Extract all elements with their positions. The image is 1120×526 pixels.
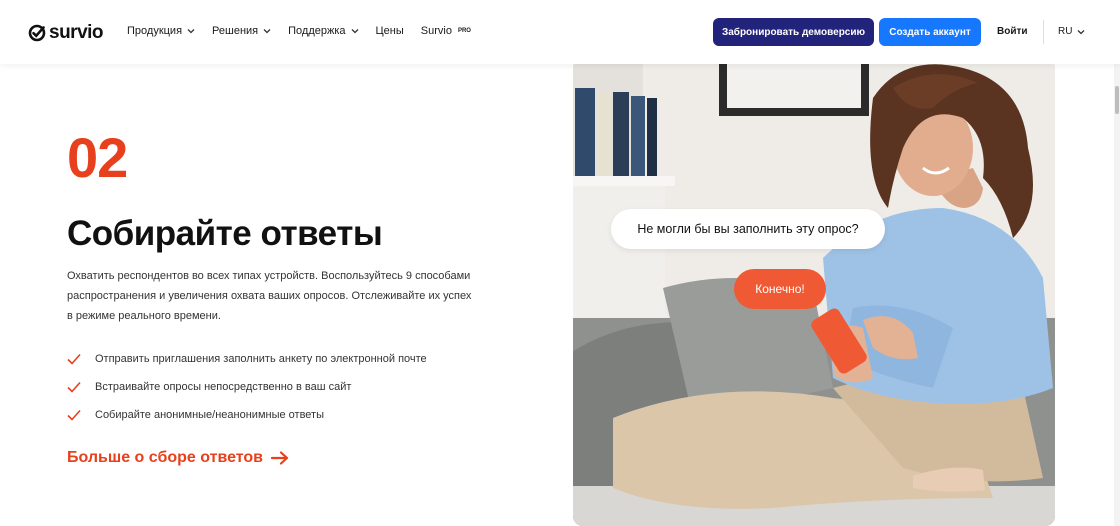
nav-item-prices[interactable]: Цены: [376, 25, 404, 37]
logo-check-icon: [28, 24, 46, 42]
nav-item-support[interactable]: Поддержка: [288, 25, 358, 37]
language-label: RU: [1058, 26, 1073, 37]
step-number: 02: [67, 126, 128, 189]
feature-item: Встраивайте опросы непосредственно в ваш…: [67, 373, 427, 401]
nav-item-label: Цены: [375, 25, 404, 37]
scrollbar-thumb[interactable]: [1115, 86, 1119, 114]
main-nav: Продукция Решения Поддержка Цены Survio P…: [127, 25, 488, 37]
section-description: Охватить респондентов во всех типах устр…: [67, 270, 472, 322]
nav-item-survio-pro[interactable]: Survio PRO: [421, 25, 471, 37]
nav-item-label: Решения: [212, 25, 259, 37]
top-navigation: survio Продукция Решения Поддержка Цены …: [0, 0, 1120, 64]
pro-badge: PRO: [457, 28, 471, 34]
answer-chat-bubble: Конечно!: [734, 269, 826, 309]
book-demo-button[interactable]: Забронировать демоверсию: [713, 18, 874, 46]
chevron-down-icon: [263, 29, 271, 34]
chevron-down-icon: [187, 29, 195, 34]
feature-list: Отправить приглашения заполнить анкету п…: [67, 345, 427, 429]
survio-logo[interactable]: survio: [28, 22, 104, 44]
section-title: Собирайте ответы: [67, 214, 383, 253]
more-about-responses-link[interactable]: Больше о сборе ответов: [67, 449, 289, 467]
more-link-label: Больше о сборе ответов: [67, 449, 263, 466]
feature-text: Встраивайте опросы непосредственно в ваш…: [95, 381, 352, 393]
nav-item-label: Продукция: [127, 25, 183, 37]
nav-item-solutions[interactable]: Решения: [212, 25, 271, 37]
logo-text: survio: [49, 22, 104, 43]
header-divider: [1043, 20, 1044, 44]
feature-item: Отправить приглашения заполнить анкету п…: [67, 345, 427, 373]
feature-item: Собирайте анонимные/неанонимные ответы: [67, 401, 427, 429]
create-account-button[interactable]: Создать аккаунт: [879, 18, 981, 46]
nav-item-label: Survio: [420, 25, 452, 37]
check-icon: [67, 353, 81, 365]
login-link[interactable]: Войти: [997, 26, 1028, 37]
check-icon: [67, 409, 81, 421]
nav-item-products[interactable]: Продукция: [127, 25, 195, 37]
language-selector[interactable]: RU: [1058, 26, 1085, 37]
nav-item-label: Поддержка: [288, 25, 346, 37]
question-chat-bubble: Не могли бы вы заполнить эту опрос?: [611, 209, 885, 249]
feature-text: Отправить приглашения заполнить анкету п…: [95, 353, 427, 365]
page-scrollbar[interactable]: [1114, 64, 1120, 526]
check-icon: [67, 381, 81, 393]
chevron-down-icon: [351, 29, 358, 34]
feature-text: Собирайте анонимные/неанонимные ответы: [95, 409, 324, 421]
chevron-down-icon: [1077, 29, 1085, 34]
arrow-right-icon: [271, 451, 289, 465]
